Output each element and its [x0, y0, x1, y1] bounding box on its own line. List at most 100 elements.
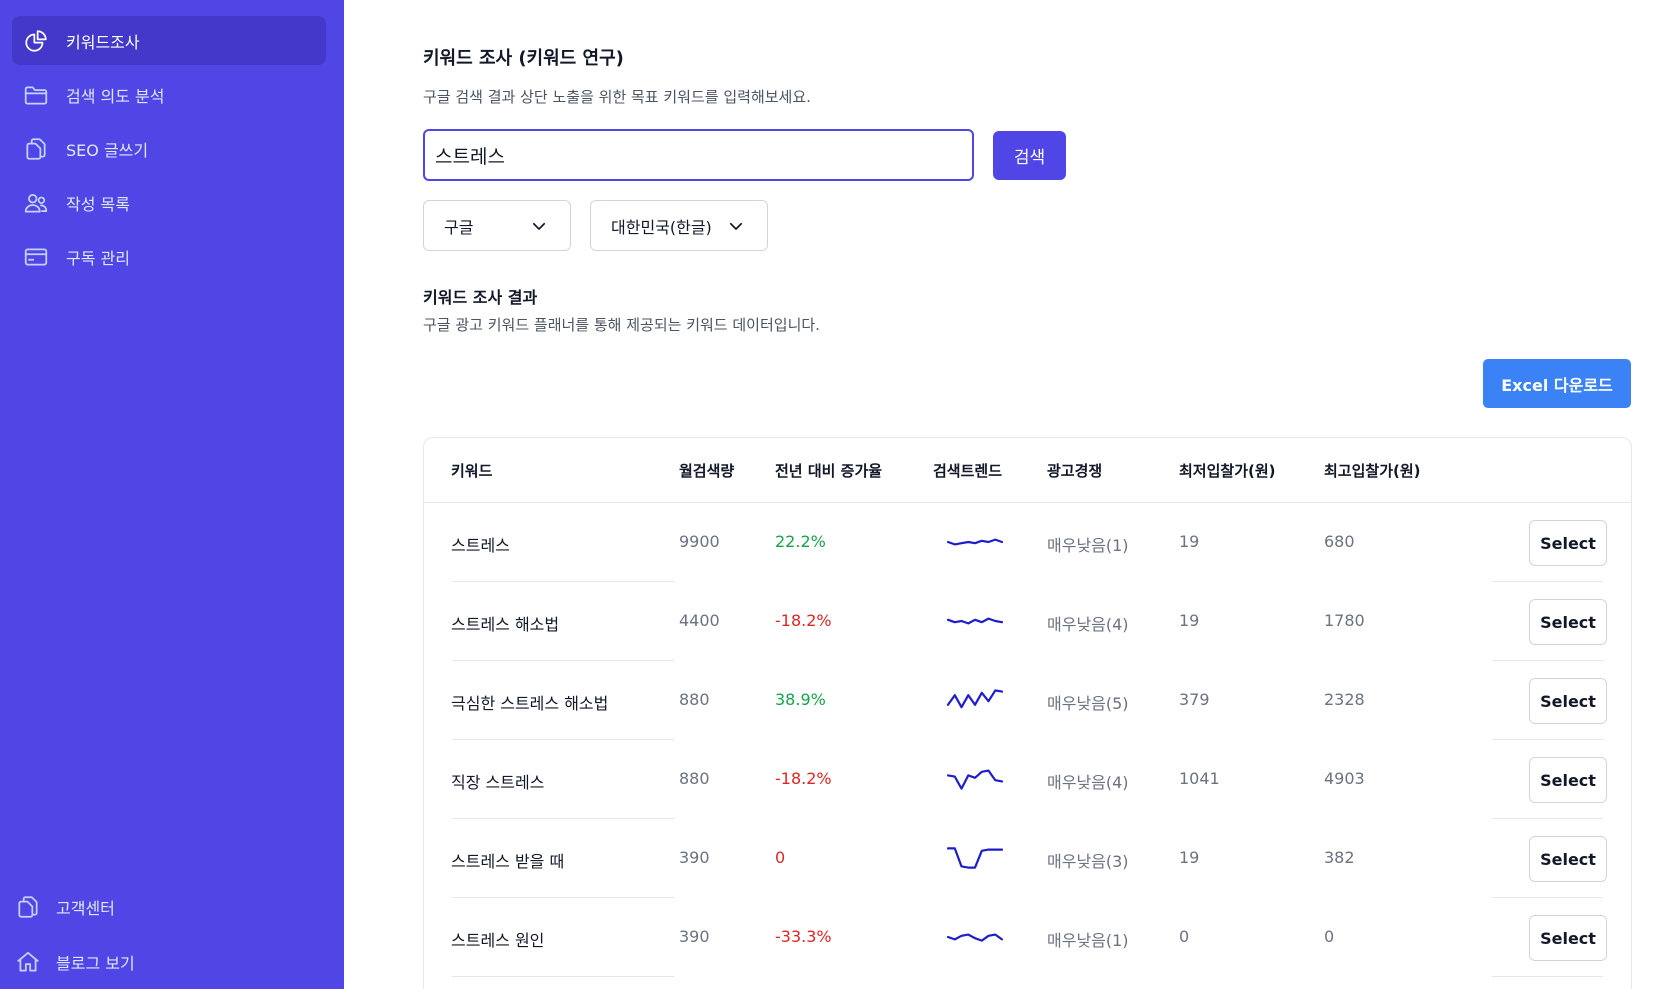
- cell-keyword: 스트레스: [451, 536, 510, 555]
- keyword-results-table: 키워드 월검색량 전년 대비 증가율 검색트렌드 광고경쟁 최저입찰가(원) 최…: [423, 437, 1632, 989]
- cell-volume: 9900: [679, 532, 720, 551]
- sidebar-item-keyword-research[interactable]: 키워드조사: [12, 16, 326, 65]
- sidebar-item-writing-list[interactable]: 작성 목록: [12, 178, 326, 227]
- main-content: 키워드 조사 (키워드 연구) 구글 검색 결과 상단 노출을 위한 목표 키워…: [344, 0, 1680, 989]
- select-button[interactable]: Select: [1529, 836, 1607, 882]
- chevron-down-icon: [530, 217, 548, 235]
- sidebar-item-label: 키워드조사: [66, 32, 140, 52]
- header-keyword: 키워드: [451, 462, 493, 480]
- cell-max-bid: 2328: [1324, 690, 1365, 709]
- cell-max-bid: 382: [1324, 848, 1355, 867]
- cell-volume: 880: [679, 690, 710, 709]
- cell-max-bid: 680: [1324, 532, 1355, 551]
- trend-line: [946, 769, 1004, 790]
- cell-growth: 38.9%: [775, 690, 826, 709]
- trend-line: [946, 689, 1004, 709]
- page-title: 키워드 조사 (키워드 연구): [423, 48, 624, 69]
- cell-keyword: 스트레스 원인: [451, 931, 545, 950]
- cell-min-bid: 19: [1179, 532, 1200, 551]
- header-min-bid: 최저입찰가(원): [1179, 462, 1276, 480]
- cell-growth: -18.2%: [775, 611, 832, 630]
- trend-line: [946, 538, 1004, 546]
- select-button[interactable]: Select: [1529, 520, 1607, 566]
- table-row: 스트레스 해소법 4400 -18.2% 매우낮음(4) 19 1780 Sel…: [424, 582, 1631, 661]
- sidebar-nav: 키워드조사 검색 의도 분석 SEO 글쓰기 작성 목록 구독 관리: [12, 16, 326, 286]
- pie-chart-icon: [22, 27, 50, 55]
- cell-keyword: 직장 스트레스: [451, 773, 545, 792]
- region-select[interactable]: 대한민국(한글): [590, 200, 768, 251]
- select-button[interactable]: Select: [1529, 757, 1607, 803]
- cell-max-bid: 1780: [1324, 611, 1365, 630]
- cell-volume: 4400: [679, 611, 720, 630]
- search-button[interactable]: 검색: [993, 131, 1066, 180]
- sidebar-item-support[interactable]: 고객센터: [12, 882, 326, 932]
- excel-download-button[interactable]: Excel 다운로드: [1483, 359, 1631, 408]
- sidebar-bottom-nav: 고객센터 블로그 보기: [12, 882, 326, 989]
- table-row: 극심한 스트레스 해소법 880 38.9% 매우낮음(5) 379 2328 …: [424, 661, 1631, 740]
- results-title: 키워드 조사 결과: [423, 288, 538, 307]
- header-monthly-volume: 월검색량: [679, 462, 735, 480]
- chevron-down-icon: [727, 217, 745, 235]
- cell-keyword: 극심한 스트레스 해소법: [451, 694, 609, 713]
- cell-min-bid: 19: [1179, 611, 1200, 630]
- search-engine-select[interactable]: 구글: [423, 200, 571, 251]
- select-button[interactable]: Select: [1529, 599, 1607, 645]
- table-row: 직장 스트레스 880 -18.2% 매우낮음(4) 1041 4903 Sel…: [424, 740, 1631, 819]
- home-icon: [14, 948, 42, 976]
- cell-competition: 매우낮음(1): [1047, 536, 1129, 555]
- trend-sparkline: [945, 527, 1005, 557]
- page-subtitle: 구글 검색 결과 상단 노출을 위한 목표 키워드를 입력해보세요.: [423, 88, 811, 106]
- table-row: 스트레스 원인 390 -33.3% 매우낮음(1) 0 0 Select: [424, 898, 1631, 977]
- sidebar: 키워드조사 검색 의도 분석 SEO 글쓰기 작성 목록 구독 관리 고객센터 …: [0, 0, 344, 989]
- cell-growth: -18.2%: [775, 769, 832, 788]
- keyword-search-input[interactable]: [423, 129, 974, 181]
- trend-sparkline: [945, 606, 1005, 636]
- row-divider: [1492, 976, 1603, 977]
- cell-volume: 390: [679, 927, 710, 946]
- trend-line: [946, 617, 1004, 625]
- region-value: 대한민국(한글): [611, 217, 712, 237]
- sidebar-item-view-blog[interactable]: 블로그 보기: [12, 937, 326, 987]
- trend-sparkline: [945, 843, 1005, 873]
- users-icon: [22, 189, 50, 217]
- cell-min-bid: 1041: [1179, 769, 1220, 788]
- sidebar-item-label: SEO 글쓰기: [66, 140, 149, 160]
- header-ad-competition: 광고경쟁: [1047, 462, 1103, 480]
- trend-line: [946, 847, 1004, 869]
- table-header: 키워드 월검색량 전년 대비 증가율 검색트렌드 광고경쟁 최저입찰가(원) 최…: [424, 438, 1631, 503]
- cell-max-bid: 4903: [1324, 769, 1365, 788]
- folder-icon: [22, 81, 50, 109]
- documents-icon: [14, 893, 42, 921]
- row-divider: [452, 976, 674, 977]
- header-max-bid: 최고입찰가(원): [1324, 462, 1421, 480]
- sidebar-item-seo-writing[interactable]: SEO 글쓰기: [12, 124, 326, 173]
- sidebar-item-subscription[interactable]: 구독 관리: [12, 232, 326, 281]
- cell-growth: -33.3%: [775, 927, 832, 946]
- select-button[interactable]: Select: [1529, 915, 1607, 961]
- cell-growth: 22.2%: [775, 532, 826, 551]
- cell-keyword: 스트레스 받을 때: [451, 852, 565, 871]
- cell-min-bid: 379: [1179, 690, 1210, 709]
- credit-card-icon: [22, 243, 50, 271]
- trend-sparkline: [945, 764, 1005, 794]
- cell-volume: 880: [679, 769, 710, 788]
- select-button[interactable]: Select: [1529, 678, 1607, 724]
- cell-min-bid: 0: [1179, 927, 1190, 946]
- table-row: 스트레스 9900 22.2% 매우낮음(1) 19 680 Select: [424, 503, 1631, 582]
- cell-volume: 390: [679, 848, 710, 867]
- cell-competition: 매우낮음(5): [1047, 694, 1129, 713]
- cell-competition: 매우낮음(4): [1047, 773, 1129, 792]
- table-row: 스트레스 받을 때 390 0 매우낮음(3) 19 382 Select: [424, 819, 1631, 898]
- sidebar-item-label: 검색 의도 분석: [66, 86, 165, 106]
- sidebar-item-search-intent[interactable]: 검색 의도 분석: [12, 70, 326, 119]
- sidebar-item-label: 구독 관리: [66, 248, 130, 268]
- sidebar-item-label: 작성 목록: [66, 194, 130, 214]
- cell-competition: 매우낮음(1): [1047, 931, 1129, 950]
- cell-keyword: 스트레스 해소법: [451, 615, 560, 634]
- header-yoy-growth: 전년 대비 증가율: [775, 462, 883, 480]
- cell-max-bid: 0: [1324, 927, 1335, 946]
- cell-growth: 0: [775, 848, 786, 867]
- header-search-trend: 검색트렌드: [933, 462, 1003, 480]
- cell-competition: 매우낮음(3): [1047, 852, 1129, 871]
- cell-competition: 매우낮음(4): [1047, 615, 1129, 634]
